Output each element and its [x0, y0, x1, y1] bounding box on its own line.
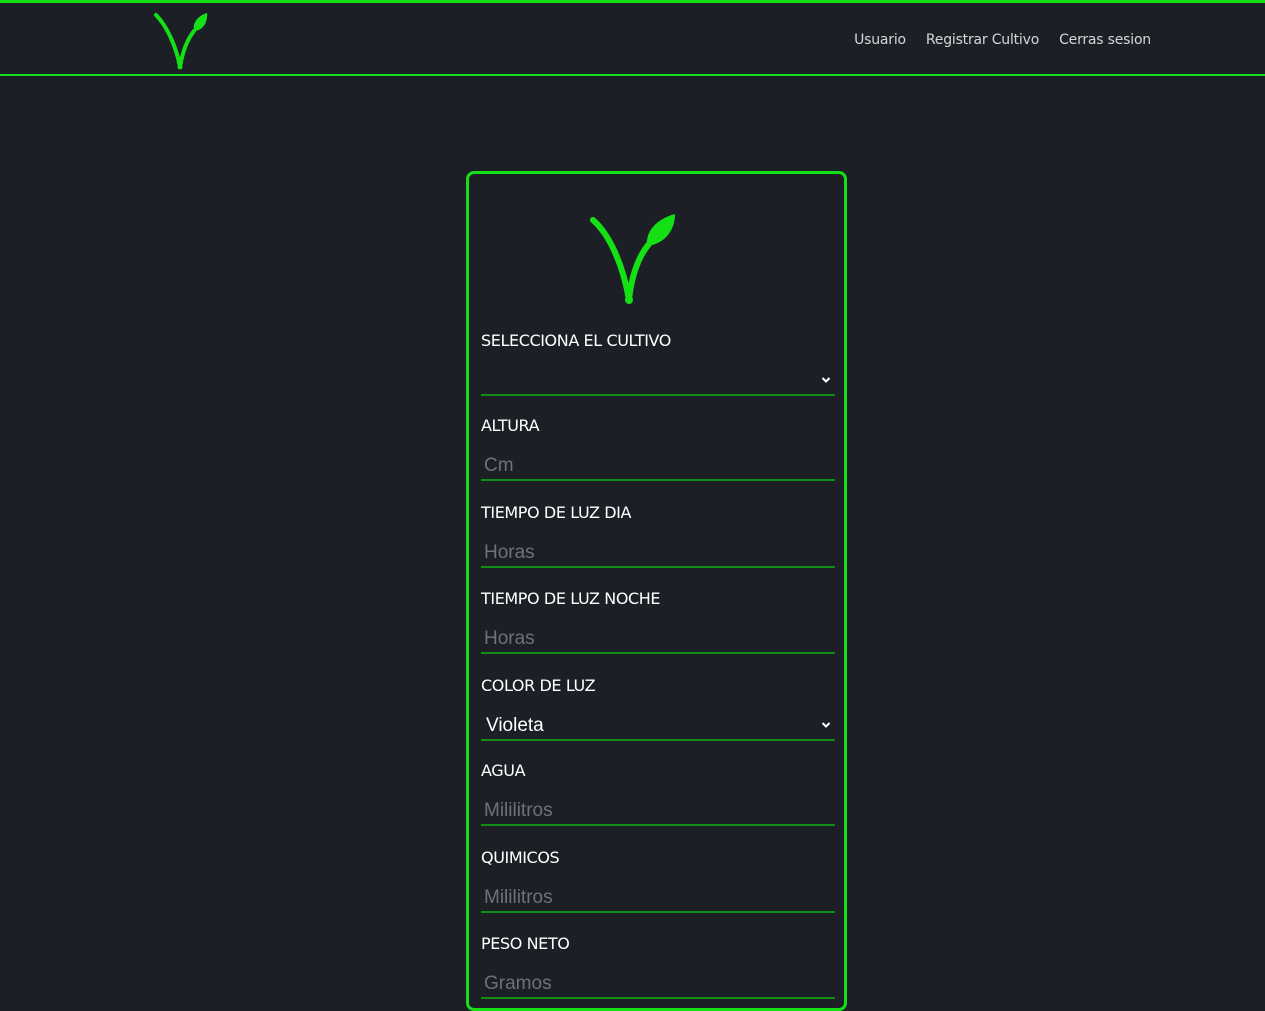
sprout-logo-icon [590, 214, 675, 304]
cultivo-label: SELECCIONA EL CULTIVO [481, 331, 671, 350]
quimicos-label: QUIMICOS [481, 848, 560, 867]
quimicos-field: QUIMICOS Mililitros [481, 847, 835, 913]
agua-field: AGUA Mililitros [481, 760, 835, 826]
nav-link-registrar-cultivo[interactable]: Registrar Cultivo [926, 32, 1039, 48]
luz-dia-placeholder: Horas [484, 542, 535, 563]
luz-noche-input[interactable]: Horas [481, 624, 835, 654]
quimicos-input[interactable]: Mililitros [481, 883, 835, 913]
agua-input[interactable]: Mililitros [481, 796, 835, 826]
color-luz-field: COLOR DE LUZ Violeta [481, 675, 835, 741]
top-navbar: Usuario Registrar Cultivo Cerras sesion [0, 0, 1265, 76]
peso-neto-input[interactable]: Gramos [481, 969, 835, 999]
altura-input[interactable]: Cm [481, 451, 835, 481]
agua-label: AGUA [481, 761, 526, 780]
crop-form-card: SELECCIONA EL CULTIVO ALTURA Cm TIEMPO D… [466, 171, 847, 1011]
luz-noche-field: TIEMPO DE LUZ NOCHE Horas [481, 588, 835, 654]
color-luz-label: COLOR DE LUZ [481, 676, 596, 695]
quimicos-placeholder: Mililitros [484, 887, 553, 908]
luz-dia-field: TIEMPO DE LUZ DIA Horas [481, 502, 835, 568]
luz-noche-placeholder: Horas [484, 628, 535, 649]
altura-placeholder: Cm [484, 455, 514, 476]
altura-label: ALTURA [481, 416, 540, 435]
peso-neto-label: PESO NETO [481, 934, 570, 953]
altura-field: ALTURA Cm [481, 415, 835, 481]
color-luz-select-value: Violeta [486, 715, 544, 736]
nav-link-cerrar-sesion[interactable]: Cerras sesion [1059, 32, 1151, 48]
luz-dia-label: TIEMPO DE LUZ DIA [481, 503, 632, 522]
chevron-down-icon [821, 722, 831, 728]
chevron-down-icon [821, 377, 831, 383]
sprout-logo-icon[interactable] [154, 11, 210, 71]
peso-neto-placeholder: Gramos [484, 973, 552, 994]
nav-links: Usuario Registrar Cultivo Cerras sesion [854, 3, 1151, 76]
nav-link-usuario[interactable]: Usuario [854, 32, 906, 48]
cultivo-select[interactable] [481, 366, 835, 396]
luz-dia-input[interactable]: Horas [481, 538, 835, 568]
luz-noche-label: TIEMPO DE LUZ NOCHE [481, 589, 661, 608]
cultivo-field: SELECCIONA EL CULTIVO [481, 330, 835, 396]
agua-placeholder: Mililitros [484, 800, 553, 821]
color-luz-select[interactable]: Violeta [481, 711, 835, 741]
peso-neto-field: PESO NETO Gramos [481, 933, 835, 999]
